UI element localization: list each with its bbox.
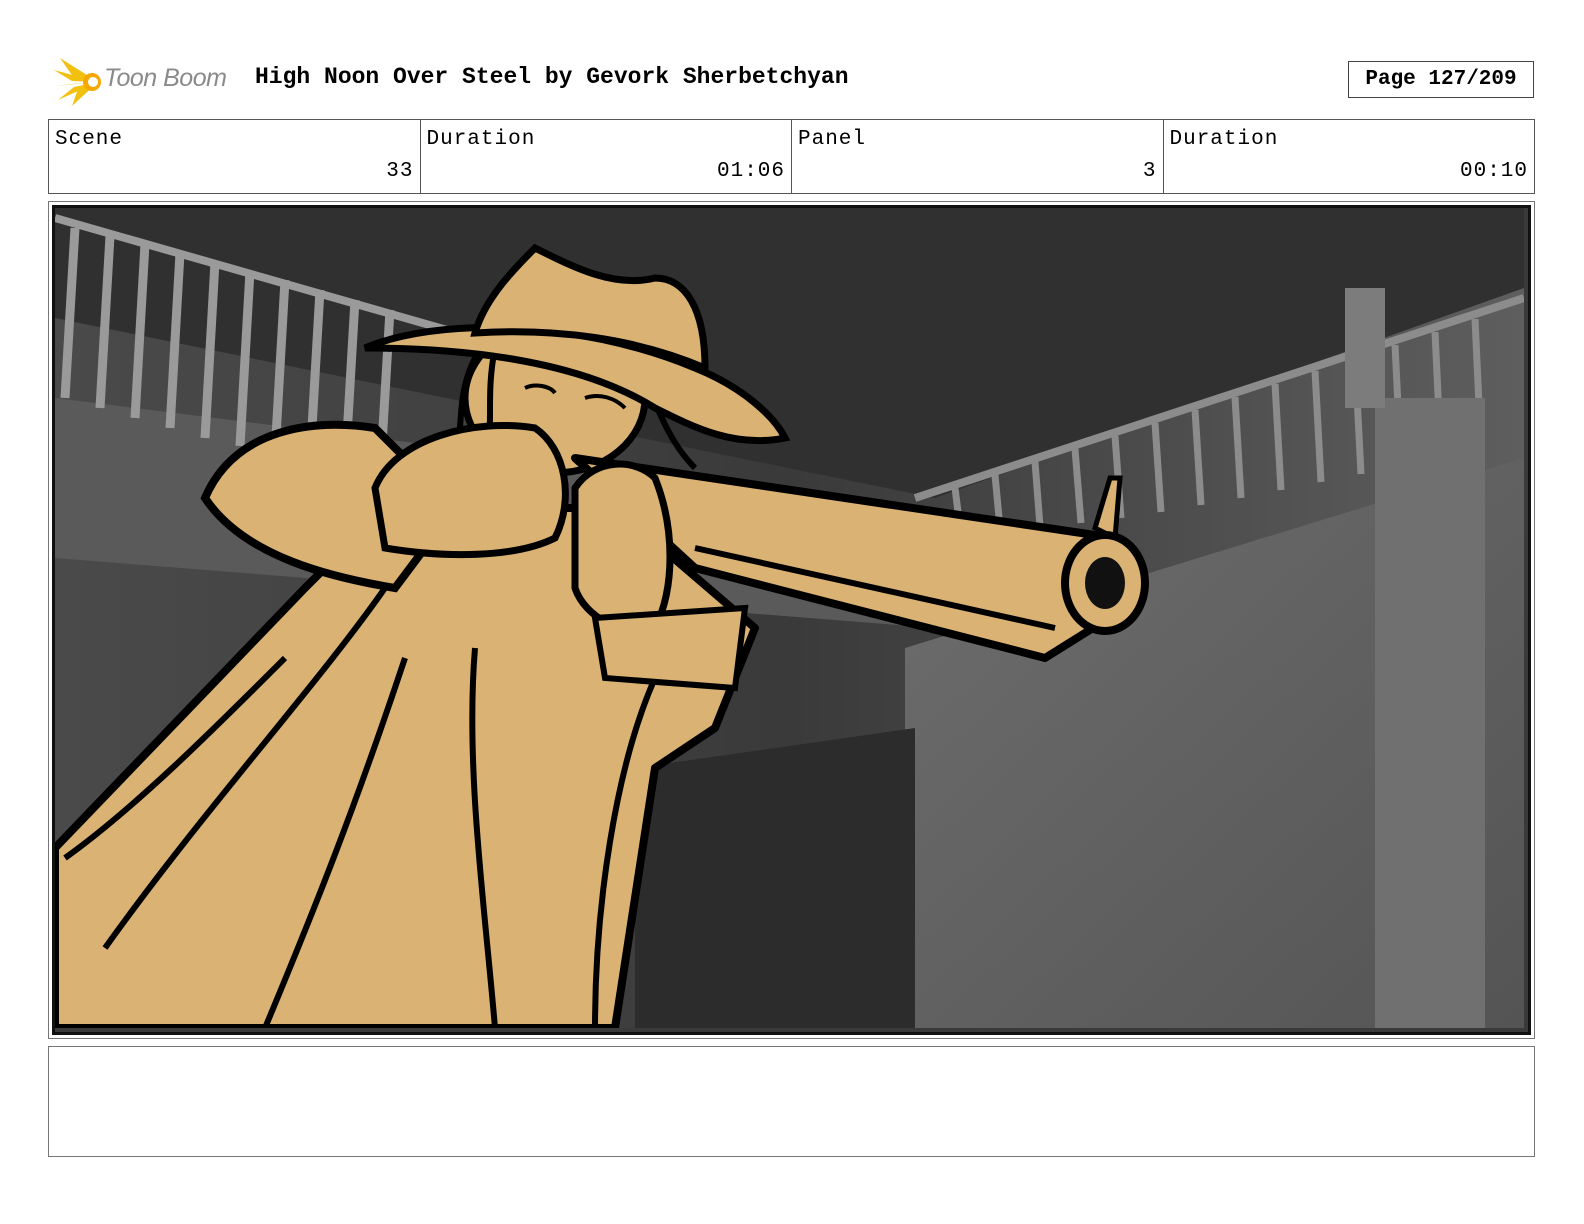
scene-value: 33 <box>386 160 414 183</box>
panel-notes-box <box>48 1046 1535 1157</box>
newel-post <box>1375 398 1485 1028</box>
scene-info-table: Scene 33 Duration 01:06 Panel 3 Duration… <box>48 119 1535 194</box>
document-title: High Noon Over Steel by Gevork Sherbetch… <box>255 64 849 90</box>
scene-duration-cell: Duration 01:06 <box>421 120 792 193</box>
panel-cell: Panel 3 <box>792 120 1164 193</box>
panel-value: 3 <box>1142 160 1157 183</box>
panel-duration-cell: Duration 00:10 <box>1164 120 1535 193</box>
scene-label: Scene <box>55 128 124 151</box>
panel-label: Panel <box>798 128 867 151</box>
starburst-icon <box>54 58 101 106</box>
logo-wordmark: Toon Boom <box>104 64 227 92</box>
scene-duration-label: Duration <box>426 128 536 151</box>
storyboard-panel-frame <box>48 201 1535 1039</box>
toon-boom-logo: Toon Boom <box>52 56 242 108</box>
sleeve-cuff <box>591 604 749 692</box>
gunslinger-drawing <box>55 208 1524 1028</box>
panel-duration-label: Duration <box>1169 128 1279 151</box>
scene-duration-value: 01:06 <box>716 160 785 183</box>
page-indicator: Page 127/209 <box>1348 61 1534 98</box>
storyboard-panel-image <box>52 205 1531 1035</box>
muzzle-bore <box>1085 557 1125 609</box>
newel-cap <box>1345 288 1385 408</box>
scene-cell: Scene 33 <box>49 120 421 193</box>
front-hand <box>571 460 674 635</box>
right-wall-lower <box>635 728 915 1028</box>
panel-duration-value: 00:10 <box>1459 160 1528 183</box>
